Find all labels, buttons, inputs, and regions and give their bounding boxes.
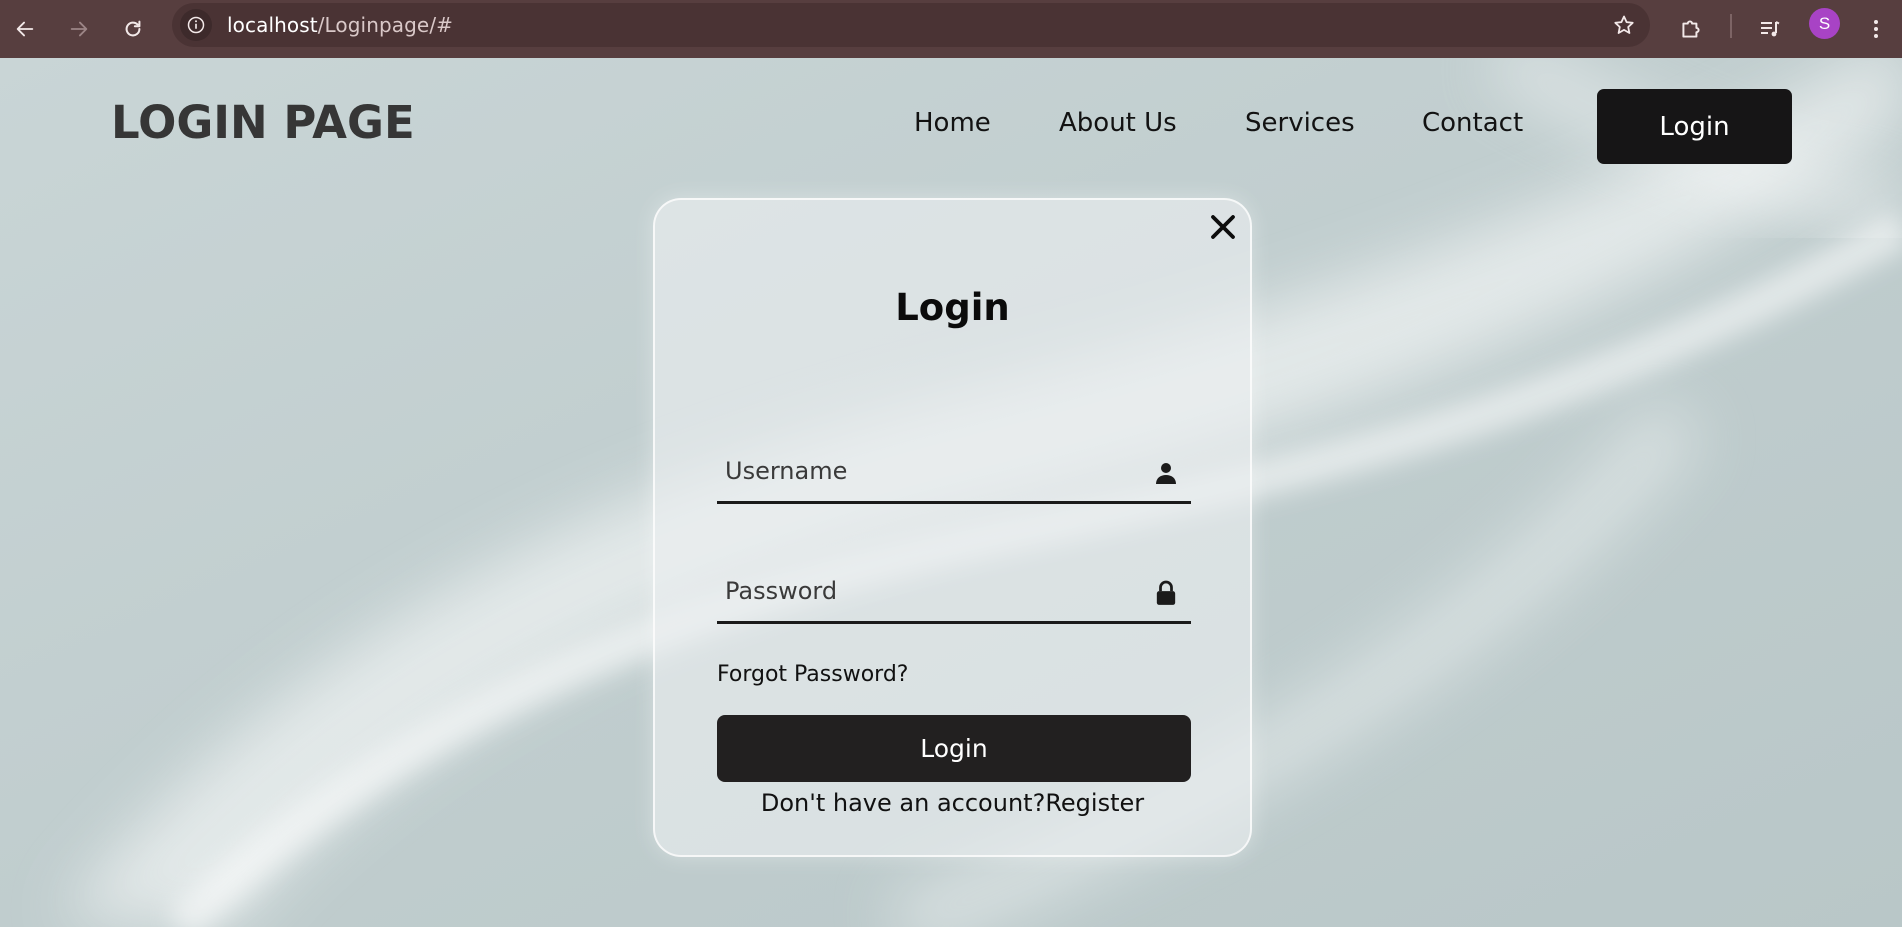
reload-icon xyxy=(125,20,141,37)
password-input[interactable] xyxy=(717,560,1137,622)
close-icon xyxy=(1211,215,1235,239)
browser-toolbar: localhost/Loginpage/# S xyxy=(0,0,1902,58)
browser-menu-button[interactable] xyxy=(1856,9,1896,49)
star-icon xyxy=(1614,15,1634,34)
toolbar-divider xyxy=(1730,14,1732,38)
url-path: /Loginpage/# xyxy=(317,13,454,37)
nav-services-link[interactable]: Services xyxy=(1245,108,1355,138)
more-vertical-icon xyxy=(1874,20,1878,38)
username-input[interactable] xyxy=(717,440,1137,502)
url-text[interactable]: localhost/Loginpage/# xyxy=(227,13,453,37)
password-field xyxy=(717,560,1191,624)
register-prompt-text: Don't have an account? xyxy=(760,789,1046,817)
forgot-password-link[interactable]: Forgot Password? xyxy=(717,662,908,687)
forward-button[interactable] xyxy=(61,11,97,47)
username-field xyxy=(717,440,1191,504)
media-queue-icon xyxy=(1761,21,1780,37)
arrow-left-icon xyxy=(16,21,34,37)
page-content: LOGIN PAGE Home About Us Services Contac… xyxy=(0,58,1902,927)
media-button[interactable] xyxy=(1750,9,1790,49)
site-info-button[interactable] xyxy=(180,9,212,41)
extensions-button[interactable] xyxy=(1671,9,1711,49)
nav-about-link[interactable]: About Us xyxy=(1059,108,1177,138)
back-button[interactable] xyxy=(7,11,43,47)
header-login-button[interactable]: Login xyxy=(1597,89,1792,164)
login-submit-button[interactable]: Login xyxy=(717,715,1191,782)
url-host: localhost xyxy=(227,13,318,37)
login-title: Login xyxy=(895,286,1010,329)
reload-button[interactable] xyxy=(115,11,151,47)
site-logo: LOGIN PAGE xyxy=(111,96,415,149)
profile-avatar[interactable]: S xyxy=(1809,8,1840,39)
nav-contact-link[interactable]: Contact xyxy=(1422,108,1523,138)
register-link[interactable]: Register xyxy=(1045,789,1144,817)
bookmark-button[interactable] xyxy=(1608,9,1640,41)
login-modal: Login Forgot Password? Login Don't xyxy=(653,198,1252,857)
info-icon xyxy=(187,16,205,34)
lock-icon xyxy=(1153,578,1179,608)
nav-home-link[interactable]: Home xyxy=(914,108,991,138)
arrow-right-icon xyxy=(70,21,88,37)
puzzle-icon xyxy=(1682,20,1700,38)
address-bar[interactable]: localhost/Loginpage/# xyxy=(172,3,1650,47)
register-prompt: Don't have an account?Register xyxy=(655,789,1250,817)
close-button[interactable] xyxy=(1206,210,1240,244)
user-icon xyxy=(1153,458,1179,488)
